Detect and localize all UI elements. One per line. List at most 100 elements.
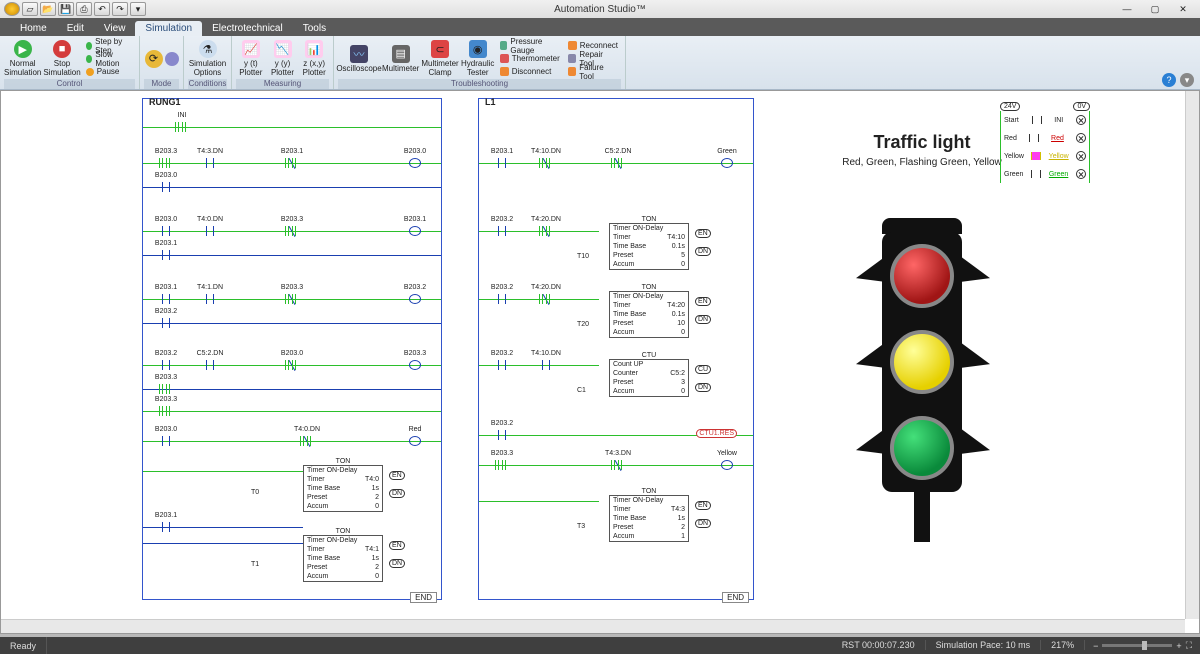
hydraulic-tester-button[interactable]: ◉Hydraulic Tester	[461, 40, 495, 78]
zxy-plotter-button[interactable]: 📊z (x,y) Plotter	[299, 40, 329, 78]
yy-plotter-button[interactable]: 📉y (y) Plotter	[268, 40, 298, 78]
contact[interactable]: B203.3	[157, 406, 175, 416]
contact-nc[interactable]: T4:0.DN	[298, 436, 316, 446]
gauge-icon	[500, 41, 508, 50]
tab-view[interactable]: View	[94, 21, 136, 36]
contact[interactable]: T4:1.DN	[201, 294, 219, 304]
contact-nc[interactable]: T4:20.DN	[537, 226, 555, 236]
coil[interactable]: B203.2	[407, 294, 423, 304]
tab-simulation[interactable]: Simulation	[135, 21, 202, 36]
qat-redo-icon[interactable]: ↷	[112, 2, 128, 16]
multimeter-clamp-button[interactable]: ⊂Multimeter Clamp	[421, 40, 458, 78]
t0-dn: DN	[389, 489, 405, 498]
normal-simulation-button[interactable]: ▶ Normal Simulation	[4, 40, 41, 78]
contact[interactable]: B203.2	[493, 360, 511, 370]
contact[interactable]: B203.1	[157, 294, 175, 304]
contact-nc[interactable]: C5:2.DN	[609, 158, 627, 168]
contact-ini[interactable]: INI	[173, 122, 191, 132]
ribbon-group-measuring: 📈y (t) Plotter 📉y (y) Plotter 📊z (x,y) P…	[232, 36, 334, 89]
coil[interactable]: B203.3	[407, 360, 423, 370]
slow-motion-button[interactable]: Slow Motion	[83, 53, 135, 65]
tab-electrotechnical[interactable]: Electrotechnical	[202, 21, 293, 36]
block-ctu-c1[interactable]: CTU Count UP CounterC5:2 Preset3 Accum0	[609, 359, 689, 397]
contact[interactable]: B203.2	[493, 294, 511, 304]
contact[interactable]: B203.3	[493, 460, 511, 470]
ribbon-mode-label: Mode	[144, 79, 179, 89]
maximize-button[interactable]: ▢	[1144, 2, 1166, 16]
mini-red-link[interactable]: Red	[1051, 135, 1064, 142]
coil[interactable]: B203.0	[407, 158, 423, 168]
app-logo-icon[interactable]	[4, 2, 20, 16]
mini-green-link[interactable]: Green	[1049, 171, 1068, 178]
horizontal-scrollbar[interactable]	[1, 619, 1185, 633]
contact-nc[interactable]: T4:20.DN	[537, 294, 555, 304]
qat-open-icon[interactable]: 📂	[40, 2, 56, 16]
pressure-gauge-button[interactable]: Pressure Gauge	[497, 40, 563, 52]
close-button[interactable]: ✕	[1172, 2, 1194, 16]
coil-green[interactable]: Green	[719, 158, 735, 168]
contact[interactable]: B203.3	[157, 158, 175, 168]
block-ton-t20[interactable]: TON Timer ON-Delay TimerT4:20 Time Base0…	[609, 291, 689, 338]
tab-tools[interactable]: Tools	[293, 21, 336, 36]
zoom-in-icon[interactable]: +	[1176, 641, 1181, 651]
qat-save-icon[interactable]: 💾	[58, 2, 74, 16]
block-ton-t10[interactable]: TON Timer ON-Delay TimerT4:10 Time Base0…	[609, 223, 689, 270]
pause-button[interactable]: Pause	[83, 66, 135, 78]
block-ton-t1[interactable]: TON Timer ON-Delay TimerT4:1 Time Base1s…	[303, 535, 383, 582]
qat-new-icon[interactable]: ▱	[22, 2, 38, 16]
minimize-button[interactable]: —	[1116, 2, 1138, 16]
zoom-fit-icon[interactable]: ⛶	[1186, 640, 1192, 651]
mode-button-2[interactable]	[165, 40, 179, 78]
contact[interactable]: T4:0.DN	[201, 226, 219, 236]
contact[interactable]: B203.1	[157, 522, 175, 532]
qat-print-icon[interactable]: ⎙	[76, 2, 92, 16]
simulation-options-button[interactable]: ⚗ Simulation Options	[188, 40, 227, 78]
tab-edit[interactable]: Edit	[57, 21, 94, 36]
coil[interactable]: B203.1	[407, 226, 423, 236]
contact[interactable]: B203.0	[157, 182, 175, 192]
contact-nc[interactable]: T4:10.DN	[537, 158, 555, 168]
contact[interactable]: B203.1	[493, 158, 511, 168]
contact-nc[interactable]: B203.3	[283, 226, 301, 236]
coil-yellow[interactable]: Yellow	[719, 460, 735, 470]
thermometer-button[interactable]: Thermometer	[497, 53, 563, 65]
yt-plotter-button[interactable]: 📈y (t) Plotter	[236, 40, 266, 78]
contact[interactable]: B203.0	[157, 226, 175, 236]
lamp-icon	[1076, 169, 1086, 179]
contact-nc[interactable]: B203.1	[283, 158, 301, 168]
mini-yellow-link[interactable]: Yellow	[1049, 153, 1069, 160]
contact-nc[interactable]: B203.0	[283, 360, 301, 370]
mode-button-1[interactable]: ⟳	[144, 40, 163, 78]
disconnect-button[interactable]: Disconnect	[497, 66, 563, 78]
contact[interactable]: B203.3	[157, 384, 175, 394]
qat-undo-icon[interactable]: ↶	[94, 2, 110, 16]
contact[interactable]: T4:10.DN	[537, 360, 555, 370]
contact[interactable]: B203.2	[157, 360, 175, 370]
contact[interactable]: B203.1	[157, 250, 175, 260]
canvas[interactable]: RUNG1 END INI B203.3 T4:3.DN B203.1 B203…	[2, 92, 1184, 618]
qat-more-icon[interactable]: ▾	[130, 2, 146, 16]
help-button[interactable]: ?	[1162, 73, 1176, 87]
zoom-slider[interactable]: − + ⛶	[1085, 640, 1200, 651]
coil-red[interactable]: Red	[407, 436, 423, 446]
contact[interactable]: T4:3.DN	[201, 158, 219, 168]
contact[interactable]: B203.2	[493, 226, 511, 236]
contact[interactable]: B203.2	[157, 318, 175, 328]
multimeter-button[interactable]: ▤Multimeter	[382, 40, 419, 78]
vertical-scrollbar[interactable]	[1185, 91, 1199, 619]
block-ton-t0[interactable]: TON Timer ON-Delay TimerT4:0 Time Base1s…	[303, 465, 383, 512]
oscilloscope-button[interactable]: 〰Oscilloscope	[338, 40, 380, 78]
contact[interactable]: B203.2	[493, 430, 511, 440]
contact-nc[interactable]: B203.3	[283, 294, 301, 304]
failure-tool-button[interactable]: Failure Tool	[565, 66, 621, 78]
contact-nc[interactable]: T4:3.DN	[609, 460, 627, 470]
contact[interactable]: C5:2.DN	[201, 360, 219, 370]
mini-24v-label: 24V	[1000, 102, 1020, 111]
stop-simulation-button[interactable]: ■ Stop Simulation	[43, 40, 80, 78]
mini-row-yellow: Yellow Yellow	[1000, 147, 1090, 165]
block-ton-t3[interactable]: TON Timer ON-Delay TimerT4:3 Time Base1s…	[609, 495, 689, 542]
contact[interactable]: B203.0	[157, 436, 175, 446]
tab-home[interactable]: Home	[10, 21, 57, 36]
collapse-ribbon-button[interactable]: ▾	[1180, 73, 1194, 87]
zoom-out-icon[interactable]: −	[1093, 641, 1098, 651]
